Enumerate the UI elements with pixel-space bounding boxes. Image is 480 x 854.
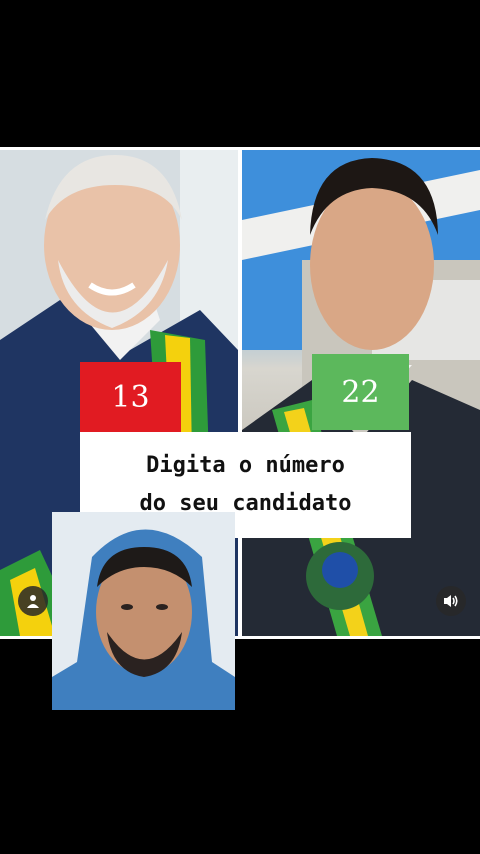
face-cam-illustration (52, 512, 235, 710)
caption-line-1: Digita o número (146, 453, 345, 478)
user-icon[interactable] (18, 586, 48, 616)
face-cam-overlay (52, 512, 235, 710)
candidate-number-22: 22 (312, 354, 409, 430)
candidate-number-13: 13 (80, 362, 181, 432)
speaker-icon[interactable] (436, 586, 466, 616)
